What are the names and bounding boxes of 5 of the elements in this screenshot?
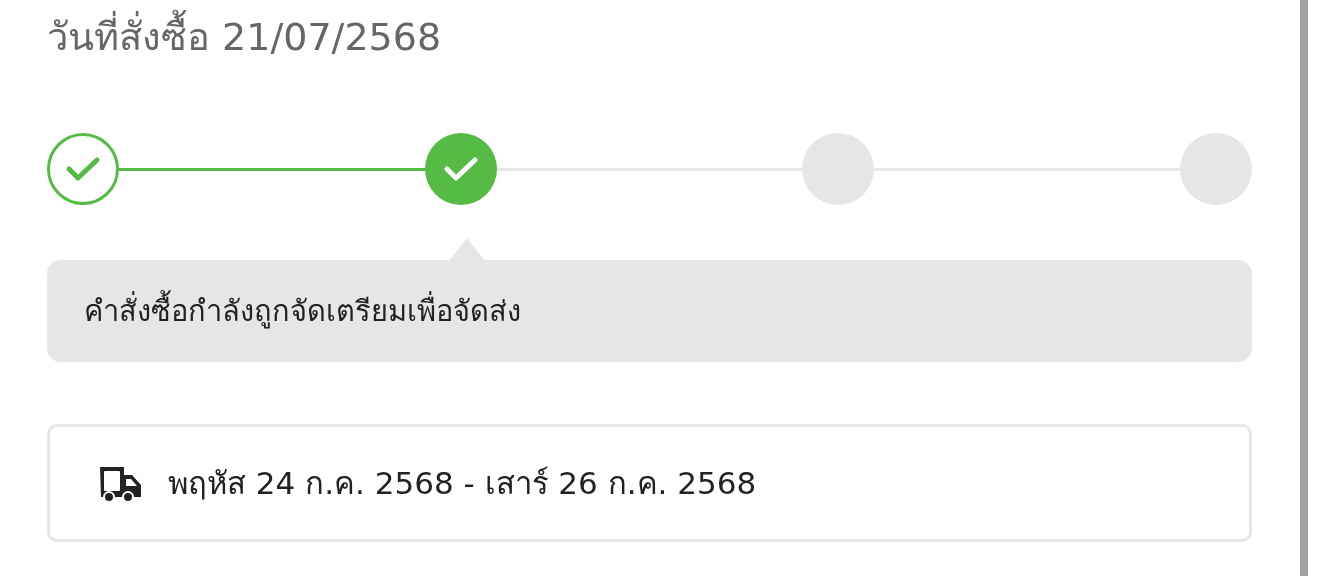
delivery-dates: พฤหัส 24 ก.ค. 2568 - เสาร์ 26 ก.ค. 2568 (168, 464, 757, 503)
scrollbar[interactable] (1300, 0, 1308, 576)
check-icon (442, 155, 479, 183)
status-message: คำสั่งซื้อกำลังถูกจัดเตรียมเพื่อจัดส่ง (84, 288, 521, 334)
check-icon (65, 155, 101, 183)
